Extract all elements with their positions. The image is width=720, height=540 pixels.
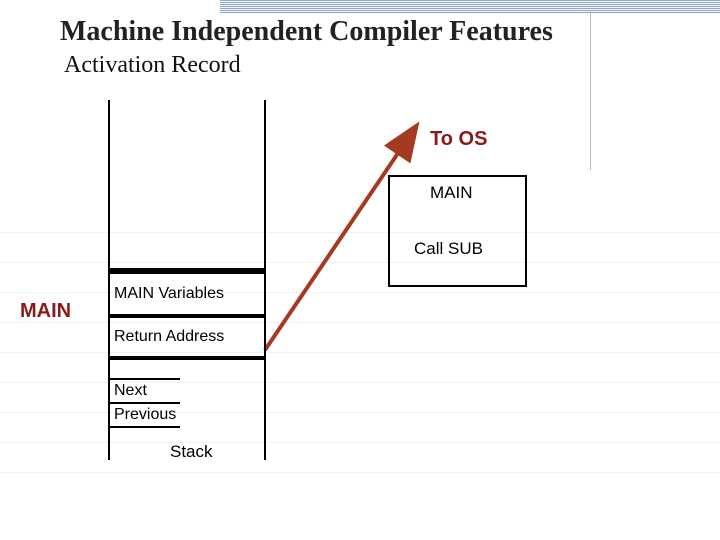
- stack-cell-return-address: Return Address: [108, 316, 266, 358]
- slide-subtitle: Activation Record: [64, 52, 241, 79]
- stack-cell-next: Next: [110, 380, 180, 404]
- codebox-call: Call SUB: [414, 239, 483, 259]
- stack-cell-ret-bottom: [108, 358, 266, 360]
- stack-cell-main-variables: MAIN Variables: [108, 268, 266, 316]
- code-box: MAIN Call SUB: [388, 175, 527, 287]
- decorative-vline: [590, 10, 591, 170]
- stack-cell-previous: Previous: [110, 404, 180, 426]
- codebox-main: MAIN: [430, 183, 473, 203]
- stack-cell-next-prev: Next Previous: [108, 378, 180, 428]
- stack-diagram: MAIN Variables Return Address Next Previ…: [108, 100, 266, 490]
- main-side-label: MAIN: [20, 300, 71, 323]
- slide-title: Machine Independent Compiler Features: [60, 16, 553, 48]
- stack-bottom-label: Stack: [170, 442, 213, 462]
- to-os-label: To OS: [430, 128, 487, 151]
- header-stripes: [220, 0, 720, 14]
